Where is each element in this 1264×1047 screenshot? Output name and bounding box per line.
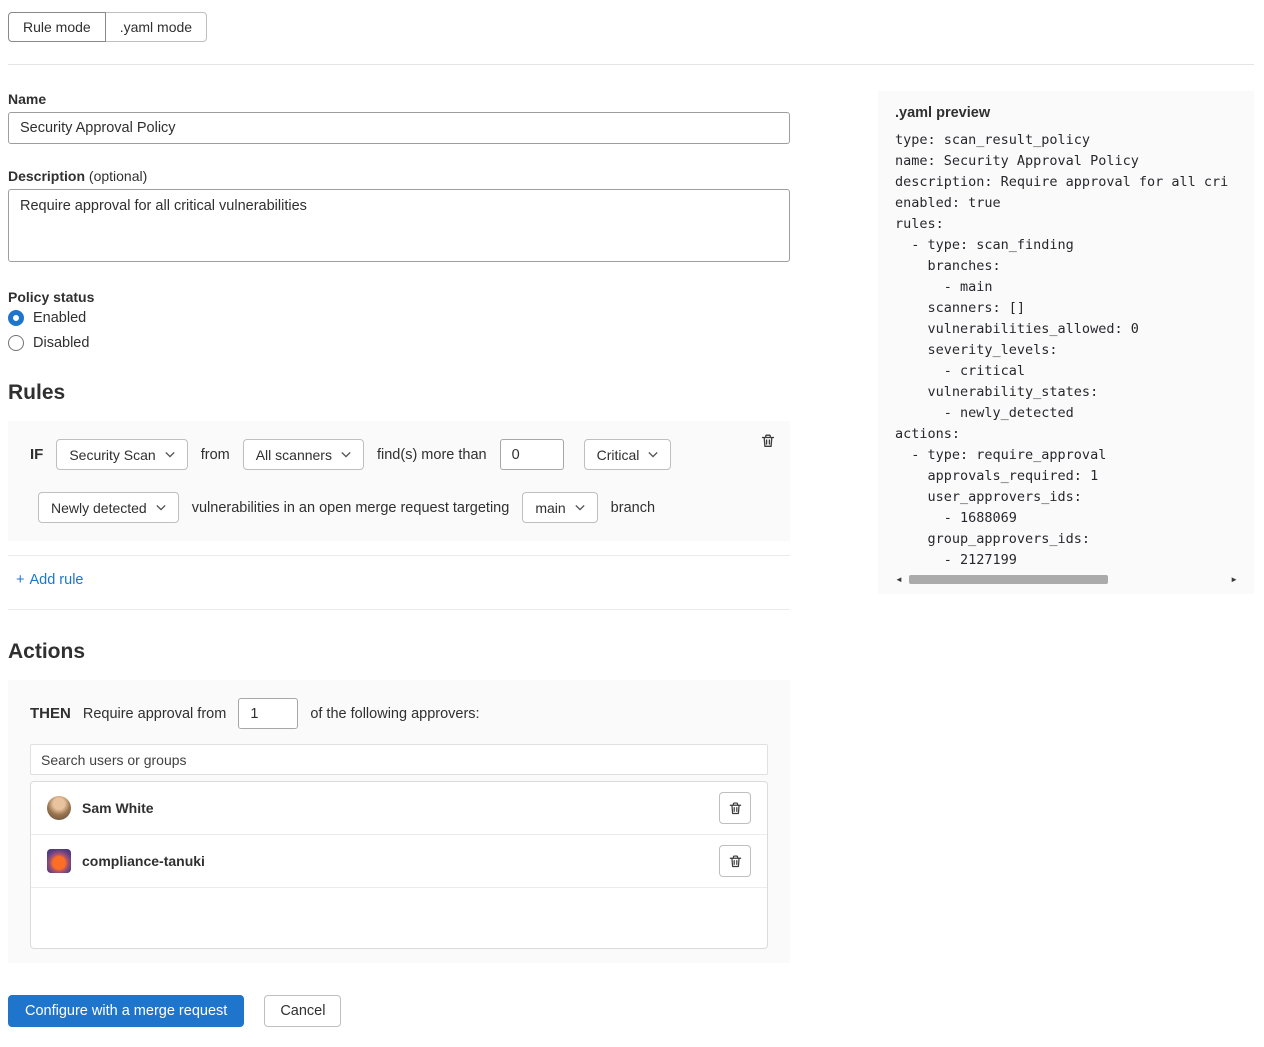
- description-optional-text: (optional): [89, 168, 147, 184]
- approver-row: compliance-tanuki: [31, 835, 767, 888]
- chevron-down-icon: [156, 504, 166, 511]
- disabled-radio-label: Disabled: [33, 335, 89, 351]
- vulnerability-state-dropdown[interactable]: Newly detected: [38, 492, 179, 523]
- cancel-button[interactable]: Cancel: [264, 995, 341, 1027]
- delete-rule-button[interactable]: [756, 429, 780, 456]
- disabled-radio[interactable]: [8, 335, 24, 351]
- yaml-preview-code: type: scan_result_policy name: Security …: [895, 130, 1238, 571]
- approver-name: compliance-tanuki: [82, 853, 205, 869]
- name-label: Name: [8, 91, 790, 107]
- policy-status-label: Policy status: [8, 289, 790, 305]
- action-card: THEN Require approval from of the follow…: [8, 680, 790, 963]
- finds-more-than-text: find(s) more than: [377, 447, 487, 463]
- description-label: Description (optional): [8, 168, 790, 184]
- yaml-horizontal-scrollbar[interactable]: ◄ ►: [895, 573, 1238, 586]
- following-approvers-text: of the following approvers:: [310, 706, 479, 722]
- yaml-preview-title: .yaml preview: [895, 105, 1238, 121]
- then-label: THEN: [30, 705, 71, 722]
- from-text: from: [201, 447, 230, 463]
- approvals-required-input[interactable]: [238, 698, 298, 729]
- rules-heading: Rules: [8, 381, 790, 405]
- vulnerability-state-value: Newly detected: [51, 500, 147, 516]
- tab-yaml-mode[interactable]: .yaml mode: [105, 12, 207, 42]
- action-approval-row: THEN Require approval from of the follow…: [30, 698, 768, 729]
- rule-condition-row-1: IF Security Scan from All scanners find(…: [30, 439, 768, 470]
- severity-value: Critical: [597, 447, 640, 463]
- approver-search-input[interactable]: [30, 744, 768, 775]
- trash-icon: [728, 854, 743, 869]
- status-enabled-option[interactable]: Enabled: [8, 310, 790, 326]
- branch-dropdown[interactable]: main: [522, 492, 597, 523]
- approver-row: Sam White: [31, 782, 767, 835]
- policy-editor-page: Rule mode .yaml mode Name Description (o…: [0, 0, 1264, 1047]
- status-disabled-option[interactable]: Disabled: [8, 335, 790, 351]
- description-label-text: Description: [8, 168, 85, 184]
- yaml-preview-column: .yaml preview type: scan_result_policy n…: [878, 91, 1254, 594]
- avatar: [47, 849, 71, 873]
- scanners-dropdown[interactable]: All scanners: [243, 439, 364, 470]
- mode-tabs: Rule mode .yaml mode: [8, 12, 207, 42]
- avatar: [47, 796, 71, 820]
- branch-text: branch: [611, 500, 655, 516]
- remove-approver-button[interactable]: [719, 845, 751, 877]
- editor-content: Name Description (optional) Require appr…: [8, 91, 1254, 1027]
- rule-card: IF Security Scan from All scanners find(…: [8, 421, 790, 541]
- trash-icon: [760, 433, 776, 449]
- footer-actions: Configure with a merge request Cancel: [8, 995, 790, 1027]
- add-rule-section: + Add rule: [8, 555, 790, 610]
- top-divider: [8, 64, 1254, 65]
- yaml-preview-panel: .yaml preview type: scan_result_policy n…: [878, 91, 1254, 594]
- scanners-value: All scanners: [256, 447, 332, 463]
- scan-type-dropdown[interactable]: Security Scan: [56, 439, 187, 470]
- vulnerabilities-allowed-input[interactable]: [500, 439, 564, 470]
- configure-merge-request-button[interactable]: Configure with a merge request: [8, 995, 244, 1027]
- description-textarea[interactable]: Require approval for all critical vulner…: [8, 189, 790, 262]
- scroll-right-icon[interactable]: ►: [1230, 573, 1238, 586]
- if-label: IF: [30, 446, 43, 463]
- enabled-radio[interactable]: [8, 310, 24, 326]
- enabled-radio-label: Enabled: [33, 310, 86, 326]
- name-input[interactable]: [8, 112, 790, 144]
- branch-value: main: [535, 500, 565, 516]
- add-rule-button[interactable]: + Add rule: [16, 572, 83, 588]
- plus-icon: +: [16, 572, 24, 588]
- scan-type-value: Security Scan: [69, 447, 155, 463]
- scroll-left-icon[interactable]: ◄: [895, 573, 903, 586]
- actions-heading: Actions: [8, 640, 790, 664]
- policy-form: Name Description (optional) Require appr…: [8, 91, 790, 1027]
- chevron-down-icon: [341, 451, 351, 458]
- tab-rule-mode[interactable]: Rule mode: [8, 12, 106, 42]
- trash-icon: [728, 801, 743, 816]
- scrollbar-thumb[interactable]: [909, 575, 1108, 584]
- chevron-down-icon: [648, 451, 658, 458]
- approver-name: Sam White: [82, 800, 154, 816]
- scrollbar-track[interactable]: [906, 574, 1227, 585]
- require-approval-text: Require approval from: [83, 706, 226, 722]
- add-rule-label: Add rule: [29, 572, 83, 588]
- approver-list: Sam White compliance-tanuki: [30, 781, 768, 949]
- chevron-down-icon: [165, 451, 175, 458]
- remove-approver-button[interactable]: [719, 792, 751, 824]
- severity-dropdown[interactable]: Critical: [584, 439, 672, 470]
- rule-condition-row-2: Newly detected vulnerabilities in an ope…: [38, 492, 768, 523]
- targeting-text: vulnerabilities in an open merge request…: [192, 500, 510, 516]
- chevron-down-icon: [575, 504, 585, 511]
